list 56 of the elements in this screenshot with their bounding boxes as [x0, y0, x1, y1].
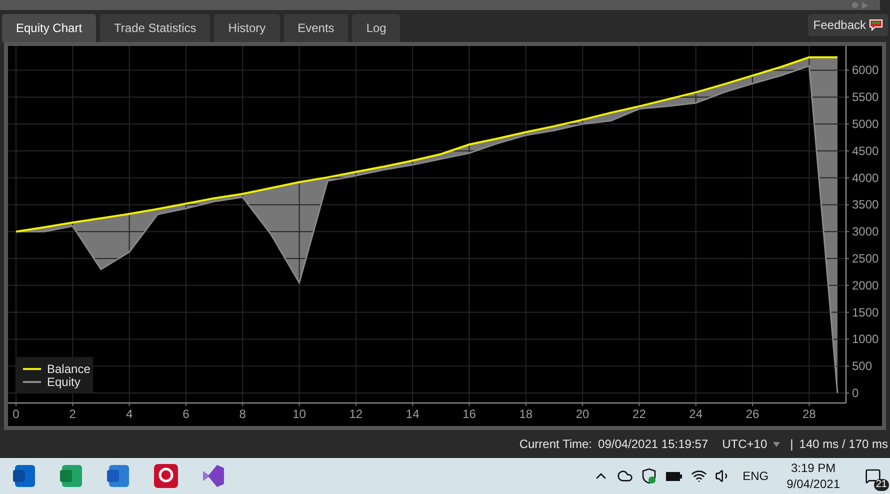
timezone-dropdown[interactable]: UTC+10	[722, 435, 768, 453]
y-tick-label: 500	[852, 359, 872, 374]
y-tick-label: 3000	[852, 224, 879, 239]
wifi-icon[interactable]	[690, 468, 707, 484]
legend-label: Balance	[47, 362, 90, 376]
language-indicator[interactable]: ENG	[742, 467, 769, 485]
x-tick-label: 20	[576, 407, 590, 421]
x-tick-label: 28	[802, 407, 816, 421]
x-tick-label: 24	[689, 407, 703, 421]
x-tick-label: 10	[292, 407, 306, 421]
battery-icon[interactable]	[664, 470, 683, 482]
document-app-icon[interactable]	[106, 463, 132, 489]
latency-text: 140 ms / 170 ms	[799, 436, 888, 453]
notification-badge: 21	[874, 479, 889, 491]
x-tick-label: 22	[632, 407, 646, 421]
tab[interactable]: History	[214, 14, 280, 42]
x-tick-label: 0	[12, 407, 20, 421]
y-tick-label: 4500	[852, 144, 879, 158]
x-tick-label: 2	[69, 407, 76, 421]
y-tick-label: 2000	[852, 278, 879, 292]
spreadsheet-app-icon[interactable]	[59, 463, 85, 489]
y-tick-label: 4000	[852, 170, 879, 185]
time-value: 09/04/2021 15:19:57	[598, 436, 708, 453]
app-icon[interactable]	[153, 463, 179, 489]
x-tick-label: 12	[349, 407, 363, 421]
clock-date[interactable]: 9/04/2021	[786, 476, 840, 492]
play-icon	[862, 2, 868, 8]
x-tick-label: 26	[746, 407, 760, 421]
x-tick-label: 4	[126, 407, 133, 421]
mail-app-icon[interactable]	[12, 463, 38, 489]
cloud-icon[interactable]	[616, 468, 633, 484]
y-tick-label: 1500	[852, 305, 879, 320]
legend-label: Equity	[47, 375, 80, 389]
shield-icon[interactable]	[640, 468, 657, 484]
y-tick-label: 2500	[852, 252, 879, 266]
y-tick-label: 5500	[852, 90, 879, 104]
y-tick-label: 3500	[852, 198, 879, 212]
x-tick-label: 14	[406, 407, 420, 421]
time-label: Current Time:	[519, 436, 592, 453]
y-tick-label: 0	[852, 386, 859, 400]
feedback-button[interactable]: Feedback	[808, 14, 888, 36]
speech-bubble-icon	[869, 19, 883, 31]
tab[interactable]: Events	[284, 14, 348, 42]
y-tick-label: 5000	[852, 117, 879, 131]
dropdown-caret-icon	[773, 442, 780, 446]
separator: |	[790, 436, 794, 453]
clock-time[interactable]: 3:19 PM	[790, 460, 836, 476]
tab[interactable]: Log	[352, 14, 400, 42]
x-tick-label: 8	[239, 407, 246, 421]
tab[interactable]: Equity Chart	[2, 14, 96, 42]
y-tick-label: 6000	[852, 63, 879, 78]
y-tick-label: 1000	[852, 332, 879, 346]
tab[interactable]: Trade Statistics	[100, 14, 210, 42]
x-tick-label: 18	[519, 407, 533, 421]
x-tick-label: 16	[462, 407, 476, 421]
x-tick-label: 6	[182, 407, 190, 421]
